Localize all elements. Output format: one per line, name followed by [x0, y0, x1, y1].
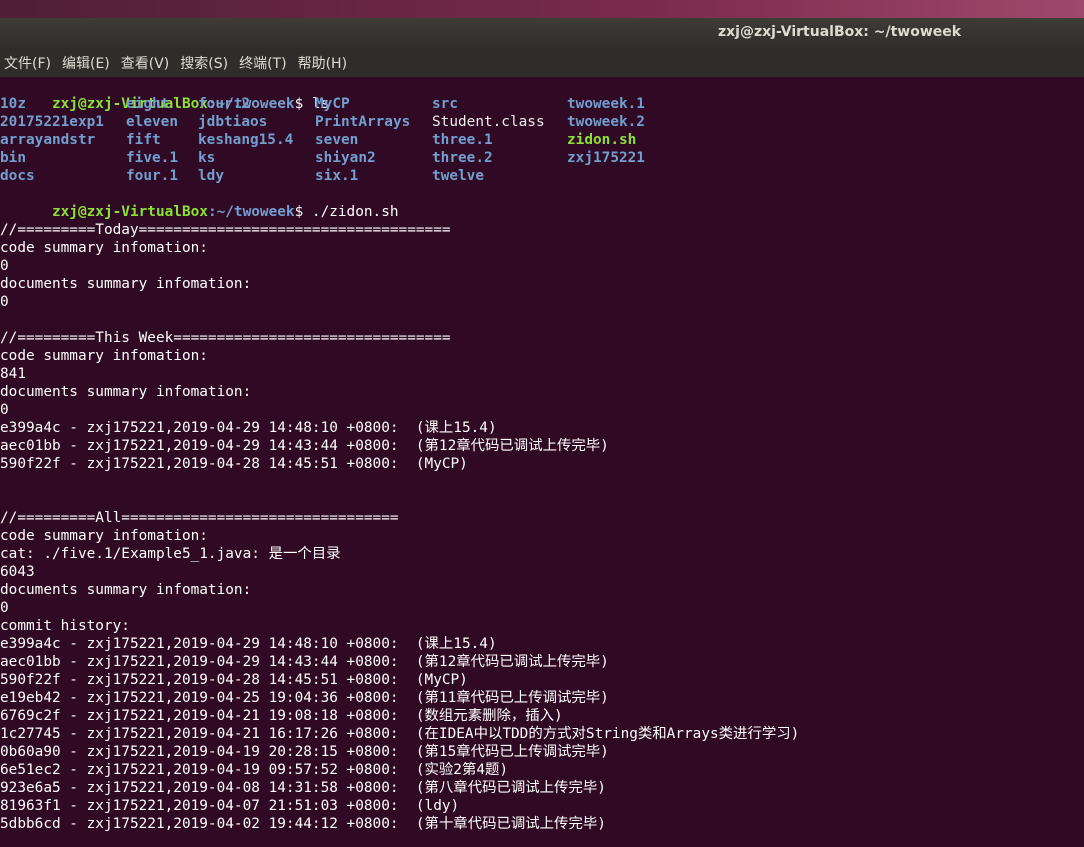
output-line: //=========Today========================… [0, 222, 451, 238]
output-line: 923e6a5 - zxj175221,2019-04-08 14:31:58 … [0, 780, 606, 796]
output-line: //=========This Week====================… [0, 330, 451, 346]
output-line: 81963f1 - zxj175221,2019-04-07 21:51:03 … [0, 798, 460, 814]
ls-output: 10z eight four.2 MyCP src twoweek.1 20175221ex… [0, 95, 1084, 185]
ls-entry: arrayandstr [0, 132, 96, 148]
ls-entry: five.1 [126, 150, 178, 166]
output-line: 590f22f - zxj175221,2019-04-28 14:45:51 … [0, 672, 468, 688]
ls-entry: ldy [198, 168, 224, 184]
ls-entry: Student.class [432, 114, 545, 130]
ls-entry: twelve [432, 168, 484, 184]
ls-entry: zxj175221 [567, 150, 645, 166]
menu-item[interactable]: 终端(T) [239, 53, 286, 73]
output-line: e399a4c - zxj175221,2019-04-29 14:48:10 … [0, 420, 497, 436]
output-line: 0 [0, 258, 9, 274]
output-line: 0 [0, 600, 9, 616]
output-line: 590f22f - zxj175221,2019-04-28 14:45:51 … [0, 456, 468, 472]
ls-row: 20175221exp1 eleven jdbtiaos PrintArrays Stu… [0, 113, 1084, 131]
output-line: 5dbb6cd - zxj175221,2019-04-02 19:44:12 … [0, 816, 606, 832]
output-line: documents summary infomation: [0, 384, 252, 400]
ls-entry: zidon.sh [567, 132, 637, 148]
output-line: commit history: [0, 618, 130, 634]
ls-entry: 10z [0, 96, 26, 112]
ls-entry: keshang15.4 [198, 132, 294, 148]
menu-bar: 文件(F) 编辑(E) 查看(V) 搜索(S) 终端(T) 帮助(H) [0, 48, 1084, 77]
ls-row: docs four.1 ldy six.1 twelve [0, 167, 1084, 185]
output-line: cat: ./five.1/Example5_1.java: 是一个目录 [0, 546, 341, 562]
terminal-content[interactable]: zxj@zxj-VirtualBox:~/twoweek$ ls 10z eigh… [0, 77, 1084, 833]
output-line: code summary infomation: [0, 240, 208, 256]
ls-row: arrayandstr fift keshang15.4 seven three.1 zi… [0, 131, 1084, 149]
ls-entry: twoweek.1 [567, 96, 645, 112]
menu-item[interactable]: 搜索(S) [180, 53, 228, 73]
output-line: documents summary infomation: [0, 276, 252, 292]
output-line: 6769c2f - zxj175221,2019-04-21 19:08:18 … [0, 708, 563, 724]
menu-item[interactable]: 文件(F) [4, 53, 51, 73]
output-line: aec01bb - zxj175221,2019-04-29 14:43:44 … [0, 438, 609, 454]
ls-entry: twoweek.2 [567, 114, 645, 130]
output-line: e399a4c - zxj175221,2019-04-29 14:48:10 … [0, 636, 497, 652]
output-line: 0b60a90 - zxj175221,2019-04-19 20:28:15 … [0, 744, 609, 760]
ls-entry: three.2 [432, 150, 493, 166]
prompt-line: zxj@zxj-VirtualBox:~/twoweek$ ls [0, 77, 1084, 112]
ls-entry: 20175221exp1 [0, 114, 104, 130]
ls-entry: seven [315, 132, 359, 148]
output-line: 0 [0, 294, 9, 310]
ls-entry: fift [126, 132, 161, 148]
ls-entry: src [432, 96, 458, 112]
menu-item[interactable]: 编辑(E) [62, 53, 110, 73]
menu-item[interactable]: 帮助(H) [298, 53, 347, 73]
ls-entry: ks [198, 150, 216, 166]
output-line: 0 [0, 402, 9, 418]
ls-entry: eleven [126, 114, 178, 130]
output-line: e19eb42 - zxj175221,2019-04-25 19:04:36 … [0, 690, 609, 706]
ls-entry: four.1 [126, 168, 178, 184]
ls-row: 10z eight four.2 MyCP src twoweek.1 [0, 95, 1084, 113]
output-line: code summary infomation: [0, 528, 208, 544]
output-line: aec01bb - zxj175221,2019-04-29 14:43:44 … [0, 654, 609, 670]
output-line: 841 [0, 366, 26, 382]
terminal-window[interactable]: zxj@zxj-VirtualBox: ~/twoweek 文件(F) 编辑(E)… [0, 18, 1084, 847]
ls-row: bin five.1 ks shiyan2 three.2 zxj175221 [0, 149, 1084, 167]
ls-entry: PrintArrays [315, 114, 411, 130]
ls-entry: three.1 [432, 132, 493, 148]
output-line: //=========All==========================… [0, 510, 399, 526]
ls-entry: docs [0, 168, 35, 184]
menu-item[interactable]: 查看(V) [121, 53, 170, 73]
output-line: 6e51ec2 - zxj175221,2019-04-19 09:57:52 … [0, 762, 509, 778]
output-line: 1c27745 - zxj175221,2019-04-21 16:17:26 … [0, 726, 800, 742]
output-line: documents summary infomation: [0, 582, 252, 598]
output-line: code summary infomation: [0, 348, 208, 364]
output-line: 6043 [0, 564, 35, 580]
prompt-line: zxj@zxj-VirtualBox:~/twoweek$ ./zidon.sh [0, 185, 1084, 220]
ls-entry: MyCP [315, 96, 350, 112]
window-title: zxj@zxj-VirtualBox: ~/twoweek [718, 24, 962, 40]
ls-entry: jdbtiaos [198, 114, 268, 130]
ls-entry: four.2 [198, 96, 250, 112]
ls-entry: shiyan2 [315, 150, 376, 166]
script-output: //=========Today========================… [0, 203, 1084, 833]
ls-entry: six.1 [315, 168, 359, 184]
desktop-background [0, 0, 1084, 18]
ls-entry: eight [126, 96, 170, 112]
window-titlebar[interactable]: zxj@zxj-VirtualBox: ~/twoweek [0, 18, 1084, 48]
ls-entry: bin [0, 150, 26, 166]
